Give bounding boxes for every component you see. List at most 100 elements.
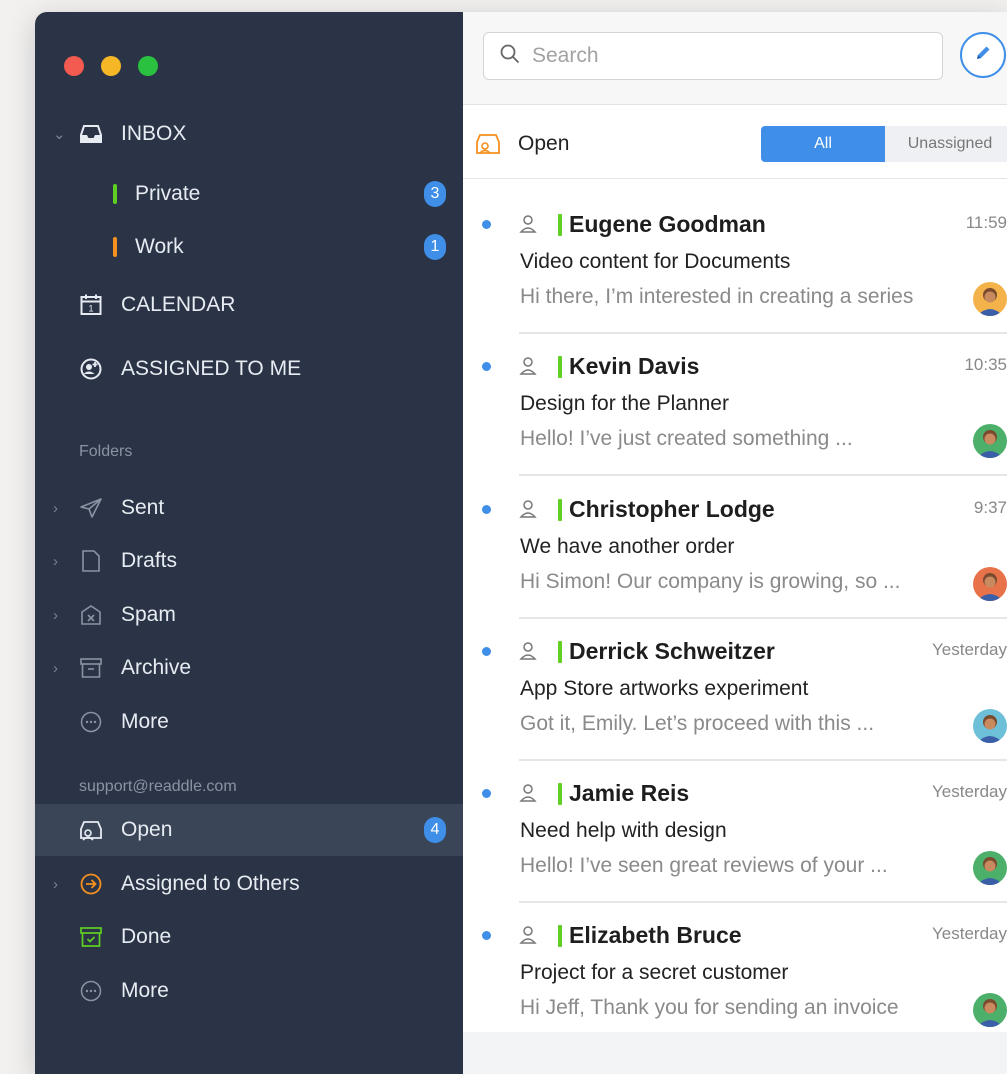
- chevron-right-icon[interactable]: ›: [53, 876, 65, 893]
- message-sender: Eugene Goodman: [569, 211, 766, 237]
- tag-bar: [558, 214, 562, 236]
- sidebar-item-sent[interactable]: › Sent: [35, 482, 463, 534]
- unread-dot: [482, 931, 491, 940]
- unread-dot: [482, 647, 491, 656]
- message-sender: Derrick Schweitzer: [569, 638, 775, 664]
- sidebar-item-label: Spam: [121, 603, 176, 626]
- sidebar-item-label: Archive: [121, 656, 192, 679]
- message-subject: Video content for Documents: [520, 250, 791, 273]
- avatar: [973, 709, 1007, 743]
- message-sender: Kevin Davis: [569, 353, 700, 379]
- sidebar-item-assigned-to-others[interactable]: › Assigned to Others: [35, 858, 463, 910]
- unread-dot: [482, 220, 491, 229]
- done-archive-icon: [79, 925, 103, 949]
- tag-bar: [558, 783, 562, 805]
- segment-all[interactable]: All: [761, 126, 885, 162]
- sidebar-item-label: Work: [135, 235, 184, 258]
- more-ellipsis-icon: [79, 979, 103, 1003]
- sidebar-item-more-folders[interactable]: More: [35, 696, 463, 748]
- unread-dot: [482, 505, 491, 514]
- filter-segmented-control: All Unassigned: [761, 126, 1007, 162]
- sidebar-item-assigned-to-me[interactable]: ASSIGNED TO ME: [35, 343, 463, 395]
- list-footer-area: [463, 1032, 1007, 1074]
- sidebar-item-work[interactable]: Work 1: [35, 221, 463, 273]
- message-sender: Jamie Reis: [569, 780, 690, 806]
- message-sender: Elizabeth Bruce: [569, 922, 742, 948]
- archive-box-icon: [79, 656, 103, 680]
- chevron-right-icon[interactable]: ›: [53, 660, 65, 677]
- message-row[interactable]: Christopher Lodge 9:37 We have another ord…: [463, 477, 1007, 619]
- sidebar-item-done[interactable]: Done: [35, 911, 463, 963]
- sidebar-item-calendar[interactable]: 1 CALENDAR: [35, 279, 463, 331]
- open-inbox-icon: [79, 818, 103, 842]
- person-icon: [519, 925, 537, 950]
- message-time: 10:35: [964, 355, 1007, 374]
- message-preview: Hi there, I’m interested in creating a s…: [520, 285, 914, 308]
- sidebar-item-label: Assigned to Others: [121, 872, 300, 895]
- sidebar-item-spam[interactable]: › Spam: [35, 589, 463, 641]
- chevron-down-icon[interactable]: ⌄: [53, 125, 66, 143]
- message-row[interactable]: Derrick Schweitzer Yesterday App Store art…: [463, 619, 1007, 761]
- more-ellipsis-icon: [79, 710, 103, 734]
- message-subject: Need help with design: [520, 819, 727, 842]
- search-field[interactable]: [483, 32, 943, 80]
- sidebar-item-label: Done: [121, 925, 172, 948]
- message-row[interactable]: Eugene Goodman 11:59 Video content for Doc…: [463, 192, 1007, 334]
- zoom-window-button[interactable]: [138, 56, 158, 76]
- sidebar-item-inbox[interactable]: ⌄ INBOX: [35, 108, 463, 160]
- compose-button[interactable]: [960, 32, 1006, 78]
- sidebar-item-label: More: [121, 979, 169, 1002]
- message-row[interactable]: Jamie Reis Yesterday Need help with design…: [463, 761, 1007, 903]
- sidebar-item-label: Open: [121, 818, 173, 841]
- search-icon: [500, 44, 520, 69]
- unread-dot: [482, 362, 491, 371]
- avatar: [973, 567, 1007, 601]
- sent-paper-plane-icon: [79, 496, 103, 520]
- window-controls: [64, 56, 158, 76]
- open-inbox-icon: [475, 132, 501, 161]
- sidebar-item-label: ASSIGNED TO ME: [121, 357, 302, 380]
- message-time: Yesterday: [932, 924, 1007, 943]
- message-preview: Hi Jeff, Thank you for sending an invoic…: [520, 996, 899, 1019]
- chevron-right-icon[interactable]: ›: [53, 500, 65, 517]
- sidebar-item-label: Sent: [121, 496, 165, 519]
- person-icon: [519, 641, 537, 666]
- avatar: [973, 851, 1007, 885]
- sidebar-item-more-account[interactable]: More: [35, 965, 463, 1017]
- private-tag-bar: [113, 184, 117, 204]
- minimize-window-button[interactable]: [101, 56, 121, 76]
- sidebar-item-label: Private: [135, 182, 201, 205]
- sidebar-item-label: Drafts: [121, 549, 178, 572]
- sidebar: ⌄ INBOX Private 3 Work 1 1 CALENDAR ASSI…: [35, 12, 463, 1074]
- svg-text:1: 1: [88, 304, 93, 314]
- close-window-button[interactable]: [64, 56, 84, 76]
- message-preview: Hi Simon! Our company is growing, so ...: [520, 570, 901, 593]
- account-section-title: support@readdle.com: [79, 778, 237, 795]
- message-time: 9:37: [973, 498, 1007, 517]
- person-icon: [519, 356, 537, 381]
- calendar-icon: 1: [79, 293, 103, 317]
- message-row[interactable]: Elizabeth Bruce Yesterday Project for a se…: [463, 903, 1007, 1045]
- message-row[interactable]: Kevin Davis 10:35 Design for the Planner He…: [463, 334, 1007, 476]
- message-preview: Got it, Emily. Let’s proceed with this .…: [520, 712, 875, 735]
- search-input[interactable]: [530, 43, 914, 69]
- person-icon: [519, 783, 537, 808]
- segment-unassigned[interactable]: Unassigned: [885, 126, 1007, 162]
- pencil-icon: [973, 43, 993, 68]
- spam-icon: [79, 603, 103, 627]
- sidebar-item-private[interactable]: Private 3: [35, 168, 463, 220]
- sidebar-item-label: CALENDAR: [121, 293, 236, 316]
- inbox-tray-icon: [79, 122, 103, 146]
- sidebar-item-archive[interactable]: › Archive: [35, 642, 463, 694]
- chevron-right-icon[interactable]: ›: [53, 607, 65, 624]
- tag-bar: [558, 641, 562, 663]
- sidebar-item-drafts[interactable]: › Drafts: [35, 535, 463, 587]
- message-subject: We have another order: [520, 535, 735, 558]
- assigned-to-me-icon: [79, 357, 103, 381]
- avatar: [973, 424, 1007, 458]
- chevron-right-icon[interactable]: ›: [53, 553, 65, 570]
- unread-count-badge: 3: [424, 181, 446, 207]
- list-title: Open: [518, 132, 570, 155]
- sidebar-item-open[interactable]: Open 4: [35, 804, 463, 856]
- work-tag-bar: [113, 237, 117, 257]
